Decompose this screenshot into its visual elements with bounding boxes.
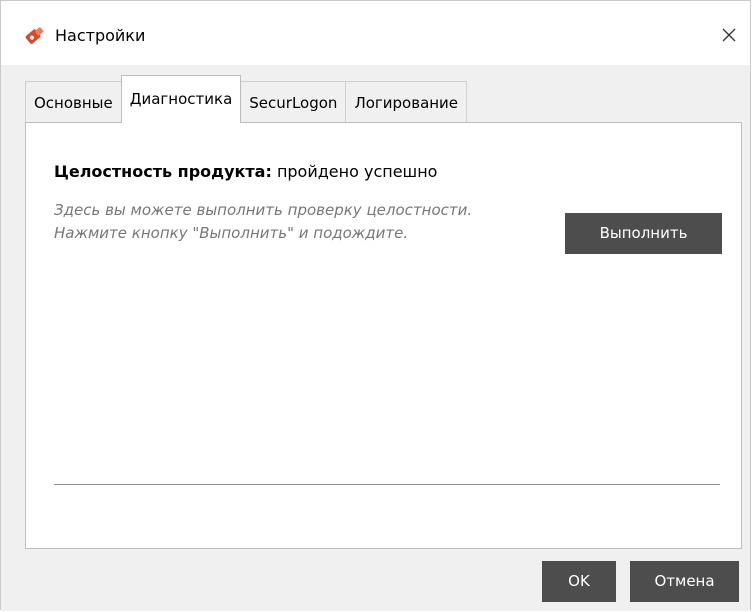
diagnostics-panel: Целостность продукта: пройдено успешно З… xyxy=(25,122,742,549)
run-check-button[interactable]: Выполнить xyxy=(565,213,722,254)
cancel-button[interactable]: Отмена xyxy=(630,561,739,602)
panel-divider xyxy=(54,484,720,485)
close-button[interactable] xyxy=(716,23,742,47)
tab-diagnostics[interactable]: Диагностика xyxy=(120,75,242,123)
ok-button[interactable]: OK xyxy=(542,561,616,602)
window-title: Настройки xyxy=(55,26,146,45)
tab-bar: Основные Диагностика SecurLogon Логирова… xyxy=(25,75,468,123)
integrity-label: Целостность продукта: xyxy=(54,162,272,181)
title-bar: Настройки xyxy=(1,1,750,65)
close-icon xyxy=(722,28,736,42)
tab-securlogon[interactable]: SecurLogon xyxy=(240,81,347,123)
tab-logging[interactable]: Логирование xyxy=(345,81,468,123)
settings-dialog: Настройки Основные Диагностика SecurLogo… xyxy=(0,0,751,611)
integrity-status: пройдено успешно xyxy=(276,162,438,181)
app-logo-icon xyxy=(23,23,47,47)
integrity-status-line: Целостность продукта: пройдено успешно xyxy=(54,161,437,183)
integrity-description: Здесь вы можете выполнить проверку целос… xyxy=(54,201,473,242)
tab-general[interactable]: Основные xyxy=(25,81,122,123)
